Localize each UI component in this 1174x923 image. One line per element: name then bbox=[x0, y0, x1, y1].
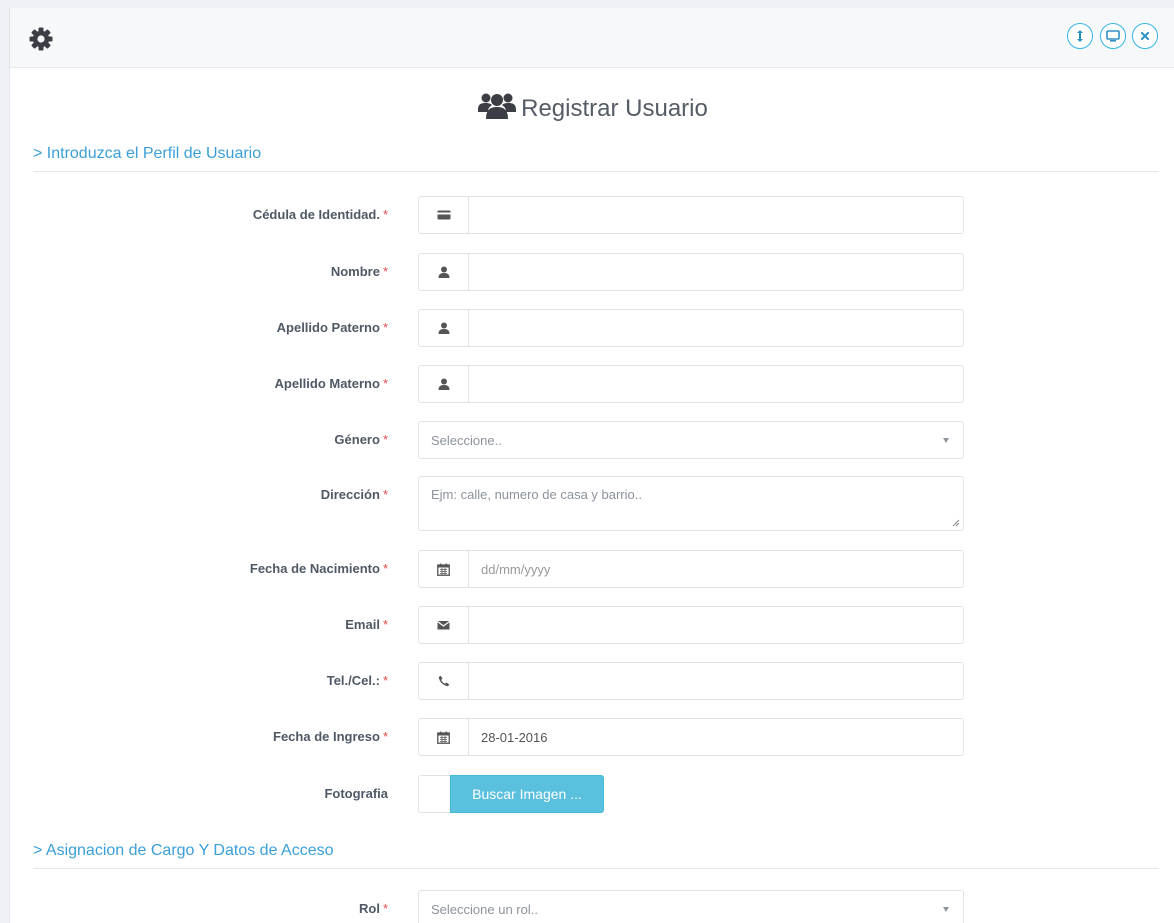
telefono-input[interactable] bbox=[469, 663, 963, 699]
window-top-edge bbox=[0, 0, 1174, 8]
window-left-edge bbox=[0, 0, 9, 923]
genero-select[interactable]: Seleccione.. bbox=[418, 421, 964, 459]
rol-select[interactable]: Seleccione un rol.. bbox=[418, 890, 964, 923]
genero-selected-value: Seleccione.. bbox=[431, 432, 502, 448]
apellido-paterno-input[interactable] bbox=[469, 310, 963, 346]
direccion-placeholder: Ejm: calle, numero de casa y barrio.. bbox=[431, 487, 642, 502]
apellido-paterno-input-group bbox=[418, 309, 964, 347]
page-title: Registrar Usuario bbox=[10, 90, 1174, 123]
nombre-input[interactable] bbox=[469, 254, 963, 290]
nombre-label: Nombre * bbox=[330, 264, 388, 279]
fecha-ingreso-input-group: 28-01-2016 bbox=[418, 718, 964, 756]
fullscreen-button[interactable] bbox=[1100, 23, 1126, 49]
apellido-materno-input-group bbox=[418, 365, 964, 403]
phone-icon bbox=[419, 663, 469, 699]
cedula-input-group bbox=[418, 196, 964, 234]
id-card-icon bbox=[419, 197, 469, 233]
email-input[interactable] bbox=[469, 607, 963, 643]
users-icon bbox=[478, 93, 517, 119]
page-title-text: Registrar Usuario bbox=[521, 95, 708, 122]
calendar-icon[interactable] bbox=[419, 719, 469, 755]
gear-icon[interactable] bbox=[28, 26, 54, 52]
apellido-paterno-label: Apellido Paterno * bbox=[276, 320, 388, 335]
close-icon bbox=[1141, 32, 1149, 40]
close-button[interactable] bbox=[1132, 23, 1158, 49]
user-icon bbox=[419, 366, 469, 402]
direccion-textarea[interactable]: Ejm: calle, numero de casa y barrio.. bbox=[418, 476, 964, 531]
fecha-nacimiento-input[interactable]: dd/mm/yyyy bbox=[469, 551, 963, 587]
genero-label: Género * bbox=[334, 432, 388, 447]
fecha-nacimiento-label: Fecha de Nacimiento * bbox=[249, 561, 388, 576]
section-divider bbox=[33, 171, 1159, 172]
user-icon bbox=[419, 254, 469, 290]
section-title-profile: > Introduzca el Perfil de Usuario bbox=[33, 145, 262, 162]
fotografia-file-input: Buscar Imagen ... bbox=[418, 775, 604, 813]
fecha-ingreso-input[interactable]: 28-01-2016 bbox=[469, 719, 963, 755]
file-name-display[interactable] bbox=[418, 775, 450, 813]
telefono-label: Tel./Cel.: * bbox=[326, 673, 388, 688]
apellido-materno-input[interactable] bbox=[469, 366, 963, 402]
telefono-input-group bbox=[418, 662, 964, 700]
caret-down-icon bbox=[943, 438, 949, 443]
envelope-icon bbox=[419, 607, 469, 643]
section-title-access: > Asignacion de Cargo Y Datos de Acceso bbox=[33, 842, 334, 859]
nombre-input-group bbox=[418, 253, 964, 291]
fecha-ingreso-label: Fecha de Ingreso * bbox=[273, 729, 388, 744]
direccion-label: Dirección * bbox=[320, 487, 388, 502]
calendar-icon[interactable] bbox=[419, 551, 469, 587]
collapse-button[interactable] bbox=[1067, 23, 1093, 49]
cedula-input[interactable] bbox=[469, 197, 963, 233]
rol-label: Rol * bbox=[358, 901, 388, 916]
panel-header bbox=[10, 8, 1174, 68]
section-divider bbox=[33, 868, 1159, 869]
rol-selected-value: Seleccione un rol.. bbox=[431, 901, 538, 917]
browse-image-button[interactable]: Buscar Imagen ... bbox=[450, 775, 604, 813]
email-input-group bbox=[418, 606, 964, 644]
email-label: Email * bbox=[345, 617, 388, 632]
vertical-arrows-icon bbox=[1077, 30, 1083, 42]
fotografia-label: Fotografia bbox=[324, 786, 388, 801]
cedula-label: Cédula de Identidad. * bbox=[252, 207, 388, 222]
fecha-nacimiento-input-group: dd/mm/yyyy bbox=[418, 550, 964, 588]
resize-grip-icon[interactable] bbox=[952, 519, 960, 527]
apellido-materno-label: Apellido Materno * bbox=[274, 376, 388, 391]
user-icon bbox=[419, 310, 469, 346]
caret-down-icon bbox=[943, 907, 949, 912]
registration-panel: Registrar Usuario > Introduzca el Perfil… bbox=[9, 8, 1174, 923]
monitor-icon bbox=[1106, 30, 1120, 42]
